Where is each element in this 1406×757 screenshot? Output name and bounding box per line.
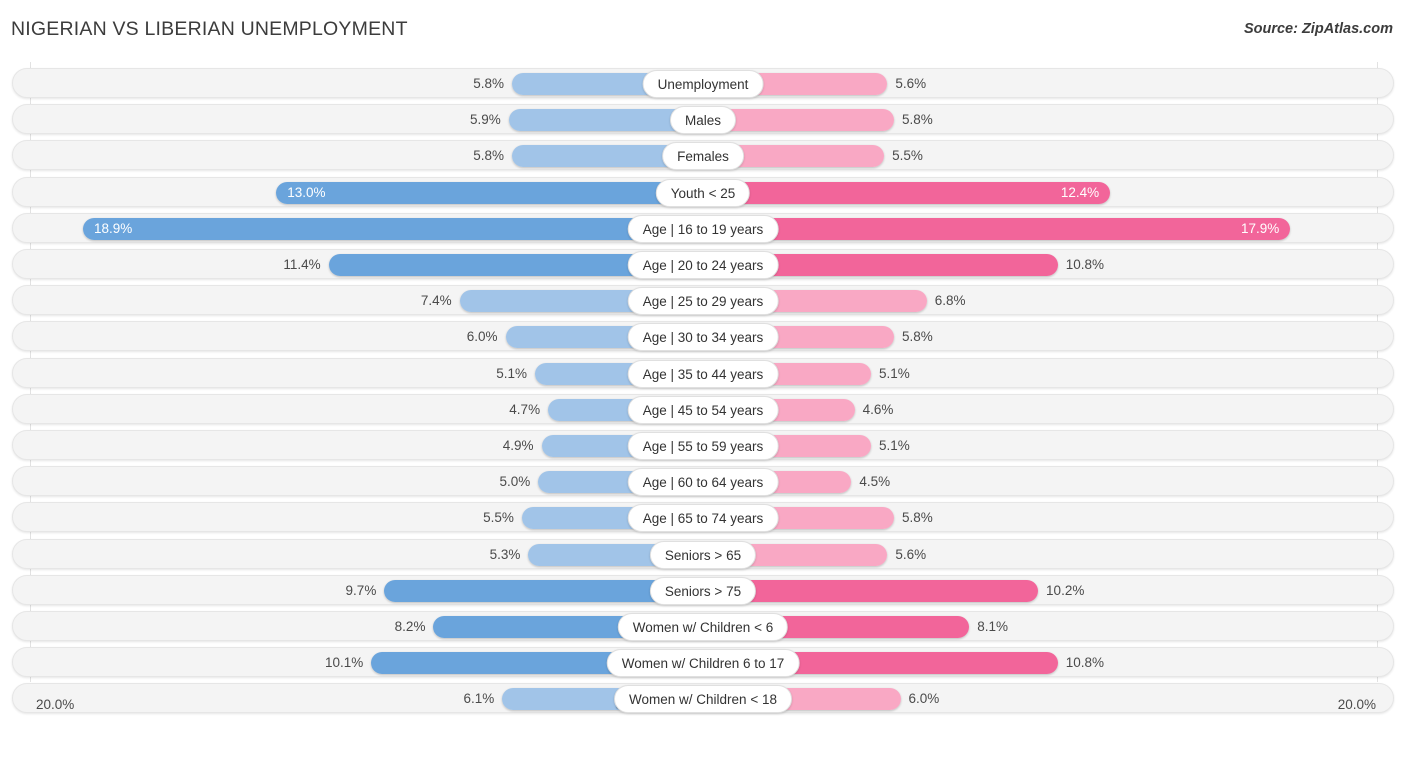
- value-label-right: 10.2%: [1046, 582, 1085, 598]
- table-row[interactable]: 10.1% 10.8% Women w/ Children 6 to 17: [12, 647, 1394, 678]
- table-row[interactable]: 6.0% 5.8% Age | 30 to 34 years: [12, 321, 1394, 352]
- category-label[interactable]: Age | 35 to 44 years: [627, 359, 779, 388]
- value-label-left: 10.1%: [324, 655, 364, 671]
- table-row[interactable]: 11.4% 10.8% Age | 20 to 24 years: [12, 249, 1394, 279]
- value-label-left: 13.0%: [287, 184, 326, 200]
- value-label-left: 8.2%: [394, 619, 426, 634]
- table-row[interactable]: 8.2% 8.1% Women w/ Children < 6: [12, 611, 1394, 641]
- value-label-left: 5.1%: [496, 365, 527, 381]
- row-inner: 7.4% 6.8% Age | 25 to 29 years: [13, 286, 1393, 316]
- value-label-right: 5.6%: [895, 546, 927, 562]
- bar-right-liberian[interactable]: [704, 181, 1111, 204]
- value-label-left: 5.8%: [473, 148, 505, 164]
- value-label-right: 12.4%: [1060, 184, 1100, 200]
- table-row[interactable]: 5.5% 5.8% Age | 65 to 74 years: [12, 502, 1394, 533]
- value-label-right: 4.6%: [862, 401, 894, 417]
- table-row[interactable]: 5.9% 5.8% Males: [12, 104, 1394, 135]
- value-label-right: 5.6%: [895, 76, 927, 91]
- row-inner: 13.0% 12.4% Youth < 25: [13, 178, 1393, 207]
- value-label-left: 4.7%: [509, 401, 541, 417]
- category-label[interactable]: Age | 65 to 74 years: [627, 504, 779, 533]
- value-label-left: 5.0%: [499, 474, 531, 490]
- category-label[interactable]: Males: [669, 106, 737, 135]
- category-label[interactable]: Age | 20 to 24 years: [627, 251, 779, 279]
- value-label-right: 10.8%: [1065, 655, 1104, 671]
- value-label-right: 8.1%: [977, 619, 1009, 634]
- row-inner: 5.1% 5.1% Age | 35 to 44 years: [13, 359, 1393, 388]
- bar-right-liberian[interactable]: [704, 217, 1291, 240]
- category-label[interactable]: Seniors > 65: [649, 540, 757, 569]
- table-row[interactable]: 9.7% 10.2% Seniors > 75: [12, 574, 1394, 605]
- value-label-left: 6.0%: [466, 329, 498, 345]
- table-row[interactable]: 7.4% 6.8% Age | 25 to 29 years: [12, 285, 1394, 316]
- row-inner: 5.8% 5.5% Females: [13, 141, 1393, 171]
- value-label-left: 5.9%: [470, 112, 501, 128]
- value-label-right: 4.5%: [859, 474, 891, 490]
- row-inner: 8.2% 8.1% Women w/ Children < 6: [13, 612, 1393, 641]
- value-label-left: 7.4%: [420, 293, 452, 309]
- row-inner: 5.9% 5.8% Males: [13, 105, 1393, 135]
- value-label-right: 5.1%: [879, 438, 910, 453]
- row-inner: 4.9% 5.1% Age | 55 to 59 years: [13, 431, 1393, 460]
- value-label-left: 4.9%: [502, 438, 534, 453]
- plot-area: 5.8% 5.6% Unemployment 5.9% 5.8% Males 5.8% 5.5…: [0, 62, 1406, 718]
- category-label[interactable]: Women w/ Children < 6: [617, 613, 789, 641]
- table-row[interactable]: 13.0% 12.4% Youth < 25: [12, 176, 1394, 207]
- table-row[interactable]: 5.3% 5.6% Seniors > 65: [12, 538, 1394, 569]
- category-label[interactable]: Seniors > 75: [649, 576, 757, 605]
- category-label[interactable]: Age | 60 to 64 years: [627, 468, 779, 497]
- table-row[interactable]: 18.9% 17.9% Age | 16 to 19 years: [12, 212, 1394, 243]
- value-label-right: 5.1%: [879, 365, 910, 381]
- row-inner: 5.5% 5.8% Age | 65 to 74 years: [13, 503, 1393, 533]
- value-label-left: 5.3%: [489, 546, 521, 562]
- chart-root: NIGERIAN VS LIBERIAN UNEMPLOYMENT Source…: [0, 0, 1406, 757]
- value-label-right: 17.9%: [1240, 220, 1280, 236]
- row-inner: 5.0% 4.5% Age | 60 to 64 years: [13, 467, 1393, 497]
- category-label[interactable]: Females: [662, 142, 744, 171]
- bar-left-nigerian[interactable]: [83, 217, 702, 240]
- category-label[interactable]: Age | 45 to 54 years: [627, 395, 779, 424]
- table-row[interactable]: 4.9% 5.1% Age | 55 to 59 years: [12, 430, 1394, 460]
- value-label-left: 5.8%: [473, 76, 505, 91]
- value-label-right: 6.8%: [934, 293, 966, 309]
- value-label-right: 10.8%: [1065, 257, 1104, 272]
- row-inner: 6.0% 5.8% Age | 30 to 34 years: [13, 322, 1393, 352]
- category-label[interactable]: Women w/ Children 6 to 17: [606, 649, 800, 678]
- row-inner: 11.4% 10.8% Age | 20 to 24 years: [13, 250, 1393, 279]
- table-row[interactable]: 5.0% 4.5% Age | 60 to 64 years: [12, 466, 1394, 497]
- page-title: NIGERIAN VS LIBERIAN UNEMPLOYMENT: [11, 18, 408, 40]
- value-label-right: 5.8%: [901, 112, 933, 128]
- value-label-right: 5.5%: [892, 148, 923, 164]
- row-inner: 18.9% 17.9% Age | 16 to 19 years: [13, 214, 1393, 243]
- row-inner: 4.7% 4.6% Age | 45 to 54 years: [13, 395, 1393, 424]
- bar-left-nigerian[interactable]: [276, 181, 702, 204]
- row-inner: 5.3% 5.6% Seniors > 65: [13, 540, 1393, 569]
- table-row[interactable]: 5.8% 5.6% Unemployment: [12, 68, 1394, 98]
- value-label-left: 11.4%: [283, 257, 321, 272]
- table-row[interactable]: 5.8% 5.5% Females: [12, 140, 1394, 171]
- category-label[interactable]: Age | 16 to 19 years: [627, 214, 779, 243]
- row-inner: 10.1% 10.8% Women w/ Children 6 to 17: [13, 648, 1393, 678]
- category-label[interactable]: Age | 30 to 34 years: [627, 323, 779, 352]
- table-row[interactable]: 4.7% 4.6% Age | 45 to 54 years: [12, 393, 1394, 424]
- row-inner: 9.7% 10.2% Seniors > 75: [13, 576, 1393, 605]
- value-label-right: 5.8%: [901, 329, 933, 345]
- category-label[interactable]: Unemployment: [642, 70, 764, 98]
- category-label[interactable]: Age | 55 to 59 years: [627, 432, 779, 460]
- value-label-left: 18.9%: [94, 220, 133, 236]
- table-row[interactable]: 5.1% 5.1% Age | 35 to 44 years: [12, 357, 1394, 388]
- row-inner: 5.8% 5.6% Unemployment: [13, 69, 1393, 98]
- value-label-left: 5.5%: [483, 510, 514, 526]
- category-label[interactable]: Age | 25 to 29 years: [627, 287, 779, 316]
- source-attribution: Source: ZipAtlas.com: [1243, 21, 1393, 37]
- value-label-left: 9.7%: [345, 582, 377, 598]
- category-label[interactable]: Women w/ Children < 18: [614, 685, 792, 714]
- value-label-right: 5.8%: [901, 510, 933, 526]
- category-label[interactable]: Youth < 25: [655, 178, 751, 207]
